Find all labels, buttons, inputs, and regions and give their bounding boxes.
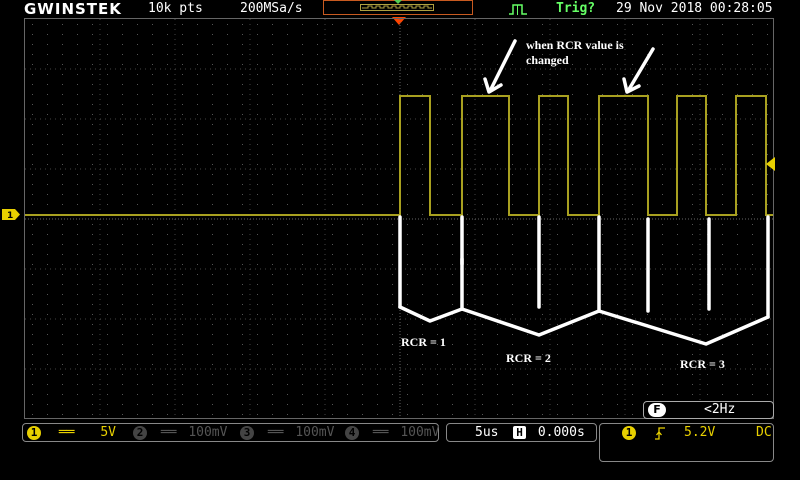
sample-rate: 200MSa/s <box>240 1 303 16</box>
overview-waveform-icon <box>362 5 432 9</box>
horizontal-position: H 0.000s <box>513 425 585 441</box>
annotation-rcr1: RCR = 1 <box>401 335 446 349</box>
trigger-coupling: DC <box>756 425 772 440</box>
channel2-coupling-icon: ══ <box>160 425 177 440</box>
channel1-settings[interactable]: 1 ══ 5V <box>27 425 116 441</box>
waveform-graticule <box>24 18 774 419</box>
channel3-number: 3 <box>240 425 254 440</box>
annotation-rcr3: RCR = 3 <box>680 357 725 371</box>
channel1-ground-marker[interactable]: 1 <box>2 209 20 220</box>
frequency-counter[interactable]: F <2Hz <box>643 401 774 419</box>
brand-logo: GWINSTEK <box>24 0 122 18</box>
timebase-scale: 5us <box>475 425 499 440</box>
trigger-status: Trig? <box>556 1 596 16</box>
frequency-value: <2Hz <box>704 402 736 417</box>
bottom-status-bar: 1 ══ 5V 2 ══ 100mV 3 ══ 100mV 4 ══ 100mV… <box>0 421 800 480</box>
channel1-number: 1 <box>27 425 41 440</box>
channel4-scale: 100mV <box>400 425 440 440</box>
channel1-scale: 5V <box>100 425 116 440</box>
overview-trigger-icon <box>394 0 402 4</box>
top-status-bar: GWINSTEK 10k pts 200MSa/s Trig? 29 Nov 2… <box>0 0 800 18</box>
date-time: 29 Nov 2018 00:28:05 <box>616 1 773 16</box>
channel-settings-bar: 1 ══ 5V 2 ══ 100mV 3 ══ 100mV 4 ══ 100mV <box>22 423 439 442</box>
memory-overview-bar <box>323 0 473 15</box>
trigger-settings[interactable]: 1 5.2V DC <box>599 423 774 462</box>
trigger-level: 5.2V <box>684 425 716 440</box>
channel2-scale: 100mV <box>188 425 228 440</box>
annotation-rcr2: RCR = 2 <box>506 351 551 365</box>
trigger-edge-icon <box>509 4 527 15</box>
oscilloscope-screen: GWINSTEK 10k pts 200MSa/s Trig? 29 Nov 2… <box>0 0 800 480</box>
frequency-badge: F <box>648 403 666 417</box>
trigger-level-marker[interactable] <box>766 157 775 171</box>
channel3-settings[interactable]: 3 ══ 100mV <box>240 425 334 441</box>
channel2-settings[interactable]: 2 ══ 100mV <box>133 425 227 441</box>
channel2-number: 2 <box>133 425 147 440</box>
trigger-source-number: 1 <box>622 425 636 440</box>
channel3-coupling-icon: ══ <box>267 425 284 440</box>
waveform-display <box>25 19 773 418</box>
horizontal-position-icon: H <box>513 426 526 439</box>
channel4-number: 4 <box>345 425 359 440</box>
trigger-source: 1 <box>622 425 636 441</box>
annotation-note-line1: when RCR value is <box>526 38 624 52</box>
rising-edge-icon <box>655 427 665 440</box>
timebase-settings[interactable]: 5us H 0.000s <box>446 423 597 442</box>
svg-text:1: 1 <box>7 211 13 220</box>
annotation-note-line2: changed <box>526 53 569 67</box>
channel4-coupling-icon: ══ <box>372 425 389 440</box>
channel4-settings[interactable]: 4 ══ 100mV <box>345 425 439 441</box>
horizontal-position-value: 0.000s <box>537 425 585 440</box>
channel3-scale: 100mV <box>295 425 335 440</box>
channel1-coupling-icon: ══ <box>58 425 75 440</box>
record-length: 10k pts <box>148 1 203 16</box>
